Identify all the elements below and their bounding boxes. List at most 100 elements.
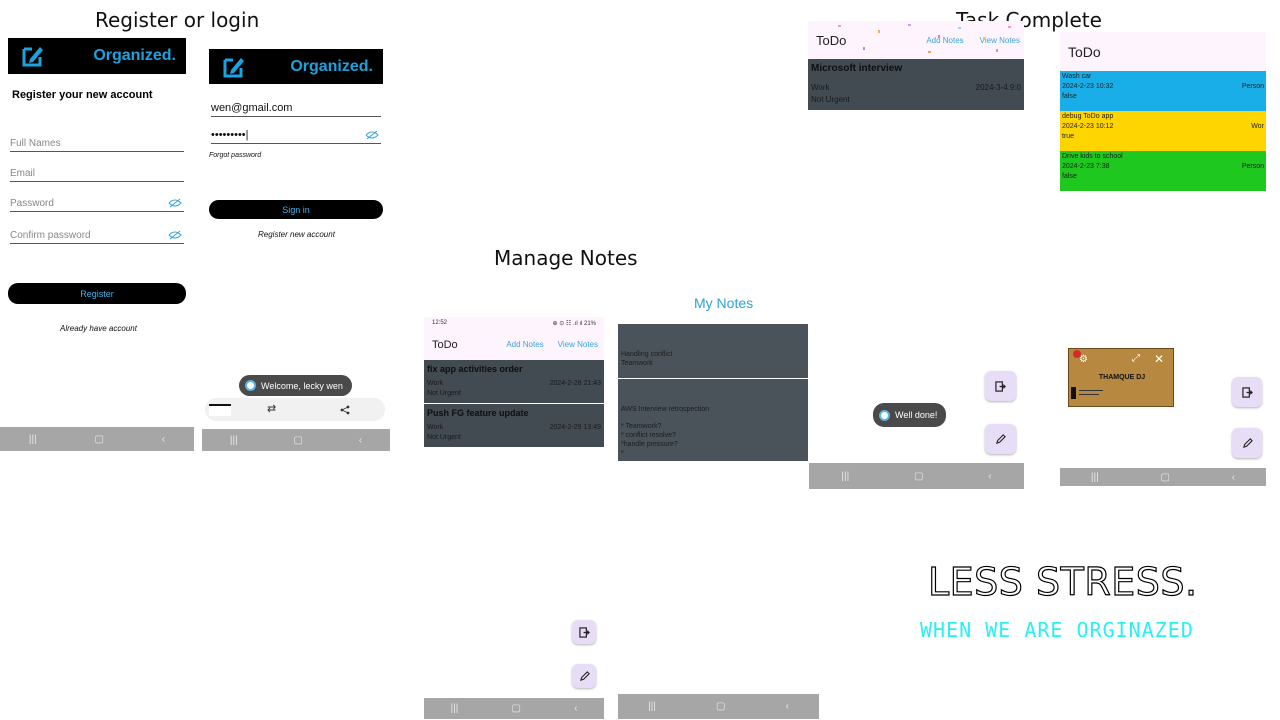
task-card[interactable]: Microsoft interview Work 2024-3-4 9:0 No… [808, 59, 1024, 110]
android-nav-bar: ||| ▢ ‹ [424, 698, 604, 719]
task-category: Person [1241, 83, 1264, 91]
logout-icon [578, 626, 590, 638]
home-icon[interactable]: ▢ [716, 701, 725, 712]
android-nav-bar: ||| ▢ ‹ [202, 429, 390, 451]
sign-in-button[interactable]: Sign in [209, 200, 383, 219]
task-title: Drive kids to school [1062, 153, 1123, 160]
share-icon[interactable] [340, 405, 350, 415]
add-notes-link[interactable]: Add Notes [506, 340, 543, 349]
note-body-line: *handle pressure? [621, 441, 678, 449]
back-icon[interactable]: ‹ [359, 435, 362, 446]
android-nav-bar: ||| ▢ ‹ [809, 463, 1024, 489]
task-category: Work [427, 380, 444, 387]
close-icon[interactable]: ✕ [1154, 352, 1164, 366]
logout-button[interactable] [1232, 377, 1262, 407]
recents-icon[interactable]: ||| [29, 434, 37, 445]
register-or-login-heading: Register or login [95, 8, 260, 32]
status-time: 12:52 [432, 320, 448, 326]
recents-icon[interactable]: ||| [841, 471, 849, 482]
home-icon[interactable]: ▢ [293, 435, 302, 446]
confirm-password-field[interactable]: Confirm password [10, 230, 184, 244]
back-icon[interactable]: ‹ [988, 471, 991, 482]
business-card-popup[interactable]: ⚙ ⤢ ✕ THAMQUE DJ [1068, 348, 1174, 407]
password-field[interactable]: Password [10, 198, 184, 212]
back-icon[interactable]: ‹ [786, 701, 789, 712]
add-note-button[interactable] [572, 664, 596, 688]
task-date: 2024-3-4 9:0 [975, 83, 1021, 92]
app-logo-icon [245, 380, 256, 391]
screenshot-thumbnail[interactable] [209, 404, 231, 416]
note-card[interactable]: Handling conflict Teamwork [618, 324, 808, 378]
card-line [1079, 394, 1099, 395]
home-icon[interactable]: ▢ [914, 471, 923, 482]
logout-icon [1241, 386, 1253, 398]
already-have-account-link[interactable]: Already have account [60, 324, 137, 333]
task-date: 2024-2-23 7:38 [1062, 163, 1110, 171]
register-new-account-link[interactable]: Register new account [258, 230, 335, 239]
task-card[interactable]: fix app activities order Work 2024-2-28 … [424, 360, 604, 403]
hide-password-icon[interactable] [365, 130, 379, 140]
note-body-line: * Teamwork? [621, 423, 662, 431]
manage-notes-heading: Manage Notes [494, 246, 638, 270]
card-logo [1071, 387, 1076, 399]
logout-button[interactable] [572, 620, 596, 644]
register-title: Register your new account [12, 89, 153, 101]
hide-password-icon[interactable] [168, 230, 182, 240]
recents-icon[interactable]: ||| [230, 435, 238, 446]
password-field[interactable]: •••••••••| [211, 129, 381, 144]
view-notes-link[interactable]: View Notes [558, 340, 598, 349]
task-row[interactable]: Drive kids to school 2024-2-23 7:38 Perso… [1060, 151, 1266, 191]
expand-icon[interactable]: ⤢ [1132, 353, 1140, 364]
add-note-button[interactable] [985, 424, 1016, 454]
note-body: Teamwork [621, 360, 653, 368]
task-title: Wash car [1062, 73, 1092, 80]
task-card[interactable]: Push FG feature update Work 2024-2-29 13… [424, 404, 604, 447]
task-row[interactable]: debug ToDo app 2024-2-23 10:12 Wor true [1060, 111, 1266, 151]
home-icon[interactable]: ▢ [511, 703, 520, 714]
email-field[interactable]: wen@gmail.com [211, 102, 381, 117]
task-title: debug ToDo app [1062, 113, 1114, 120]
full-names-field[interactable]: Full Names [10, 138, 184, 152]
settings-icon[interactable]: ⚙ [1079, 354, 1088, 365]
register-button[interactable]: Register [8, 283, 186, 304]
task-category: Work [811, 83, 830, 92]
recents-icon[interactable]: ||| [648, 701, 656, 712]
forgot-password-link[interactable]: Forgot password [209, 152, 261, 159]
well-done-toast: Well done! [873, 403, 947, 427]
task-date: 2024-2-29 13:49 [549, 424, 601, 431]
home-icon[interactable]: ▢ [1160, 472, 1169, 483]
back-icon[interactable]: ‹ [162, 434, 165, 445]
card-name: THAMQUE DJ [1098, 374, 1146, 381]
back-icon[interactable]: ‹ [574, 703, 577, 714]
confetti-decoration [838, 24, 1011, 53]
task-date: 2024-2-23 10:12 [1062, 123, 1114, 131]
brand-name: Organized. [290, 57, 373, 75]
add-note-button[interactable] [1232, 428, 1262, 458]
home-icon[interactable]: ▢ [94, 434, 103, 445]
task-category: Person [1241, 163, 1264, 171]
welcome-toast: Welcome, lecky wen [239, 375, 352, 396]
task-urgency: Not Urgent [427, 434, 461, 441]
hide-password-icon[interactable] [168, 198, 182, 208]
android-nav-bar: ||| ▢ ‹ [1060, 468, 1266, 486]
email-field[interactable]: Email [10, 168, 184, 182]
back-icon[interactable]: ‹ [1232, 472, 1235, 483]
task-done: false [1062, 93, 1077, 101]
task-category: Wor [1251, 123, 1264, 131]
recents-icon[interactable]: ||| [451, 703, 459, 714]
note-title: AWS Interview retrospection [621, 406, 710, 413]
app-header: ToDo Add Notes View Notes [424, 329, 604, 360]
task-urgency: Not Urgent [811, 95, 850, 104]
recents-icon[interactable]: ||| [1091, 472, 1099, 483]
share-bar: ⇄ [205, 398, 385, 421]
pencil-icon [1242, 437, 1253, 448]
logout-icon [995, 380, 1006, 392]
edit-icon[interactable]: ⇄ [267, 402, 276, 415]
task-row[interactable]: Wash car 2024-2-23 10:32 Person false [1060, 71, 1266, 111]
task-date: 2024-2-23 10:32 [1062, 83, 1114, 91]
task-category: Work [427, 424, 444, 431]
logout-button[interactable] [985, 371, 1016, 401]
task-done: true [1062, 133, 1075, 141]
note-body-line: * [621, 450, 624, 458]
note-card[interactable]: AWS Interview retrospection * Teamwork? … [618, 379, 808, 461]
